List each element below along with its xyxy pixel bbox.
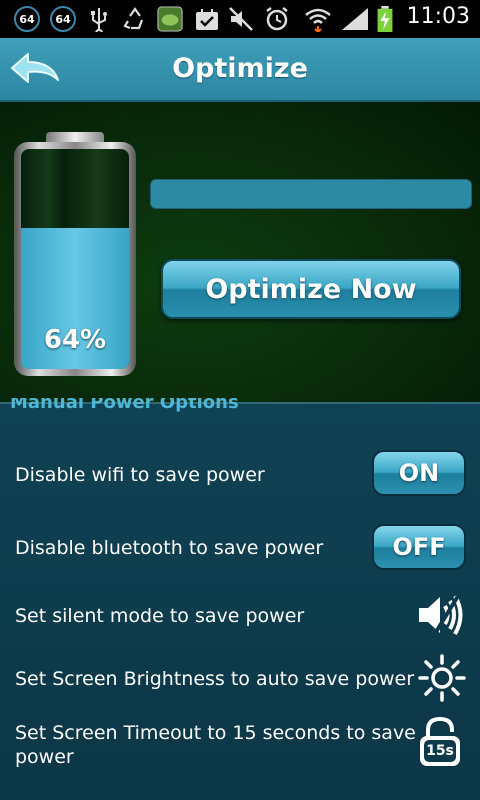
clock: 11:03 (406, 4, 470, 29)
sun-icon[interactable] (418, 654, 466, 702)
battery-inner: 64% (21, 149, 129, 369)
manual-power-options: Manual Power Options Disable wifi to sav… (0, 398, 480, 800)
option-bluetooth-label: Disable bluetooth to save power (15, 537, 324, 559)
option-timeout-label: Set Screen Timeout to 15 seconds to save… (15, 721, 416, 769)
option-wifi-label: Disable wifi to save power (15, 464, 265, 486)
battery-charging-icon (377, 6, 393, 32)
battery-gauge: 64% (14, 132, 136, 378)
option-timeout-label-line2: power (15, 746, 74, 768)
app-icon (157, 6, 183, 32)
usb-icon (91, 8, 107, 32)
bluetooth-toggle-button[interactable]: OFF (372, 524, 466, 570)
lock-timer-icon[interactable]: 15s (418, 716, 462, 768)
wifi-icon (305, 8, 331, 32)
optimize-now-button[interactable]: Optimize Now (161, 259, 461, 319)
speaker-icon[interactable] (416, 592, 464, 638)
battery-panel: 64% Optimize Now (0, 102, 480, 404)
title-bar: Optimize (0, 38, 480, 102)
timeout-value: 15s (426, 743, 454, 759)
status-bar: 64 64 11:03 (0, 0, 480, 38)
page-title: Optimize (172, 53, 308, 84)
notification-badge-right: 64 (50, 6, 76, 32)
optimize-progress-bar (150, 179, 472, 209)
option-timeout-label-line1: Set Screen Timeout to 15 seconds to save (15, 722, 416, 744)
battery-cap (46, 132, 104, 142)
option-silent-label: Set silent mode to save power (15, 605, 305, 627)
section-title: Manual Power Options (10, 398, 239, 413)
option-brightness-label: Set Screen Brightness to auto save power (15, 668, 414, 690)
wifi-toggle-button[interactable]: ON (372, 450, 466, 496)
battery-percentage: 64% (43, 325, 107, 355)
mute-icon (229, 7, 253, 31)
alarm-icon (266, 7, 288, 31)
battery-body: 64% (14, 142, 136, 376)
notification-badge-left: 64 (14, 6, 40, 32)
check-icon (196, 9, 218, 30)
recycle-icon (123, 7, 144, 30)
signal-icon (342, 8, 368, 30)
